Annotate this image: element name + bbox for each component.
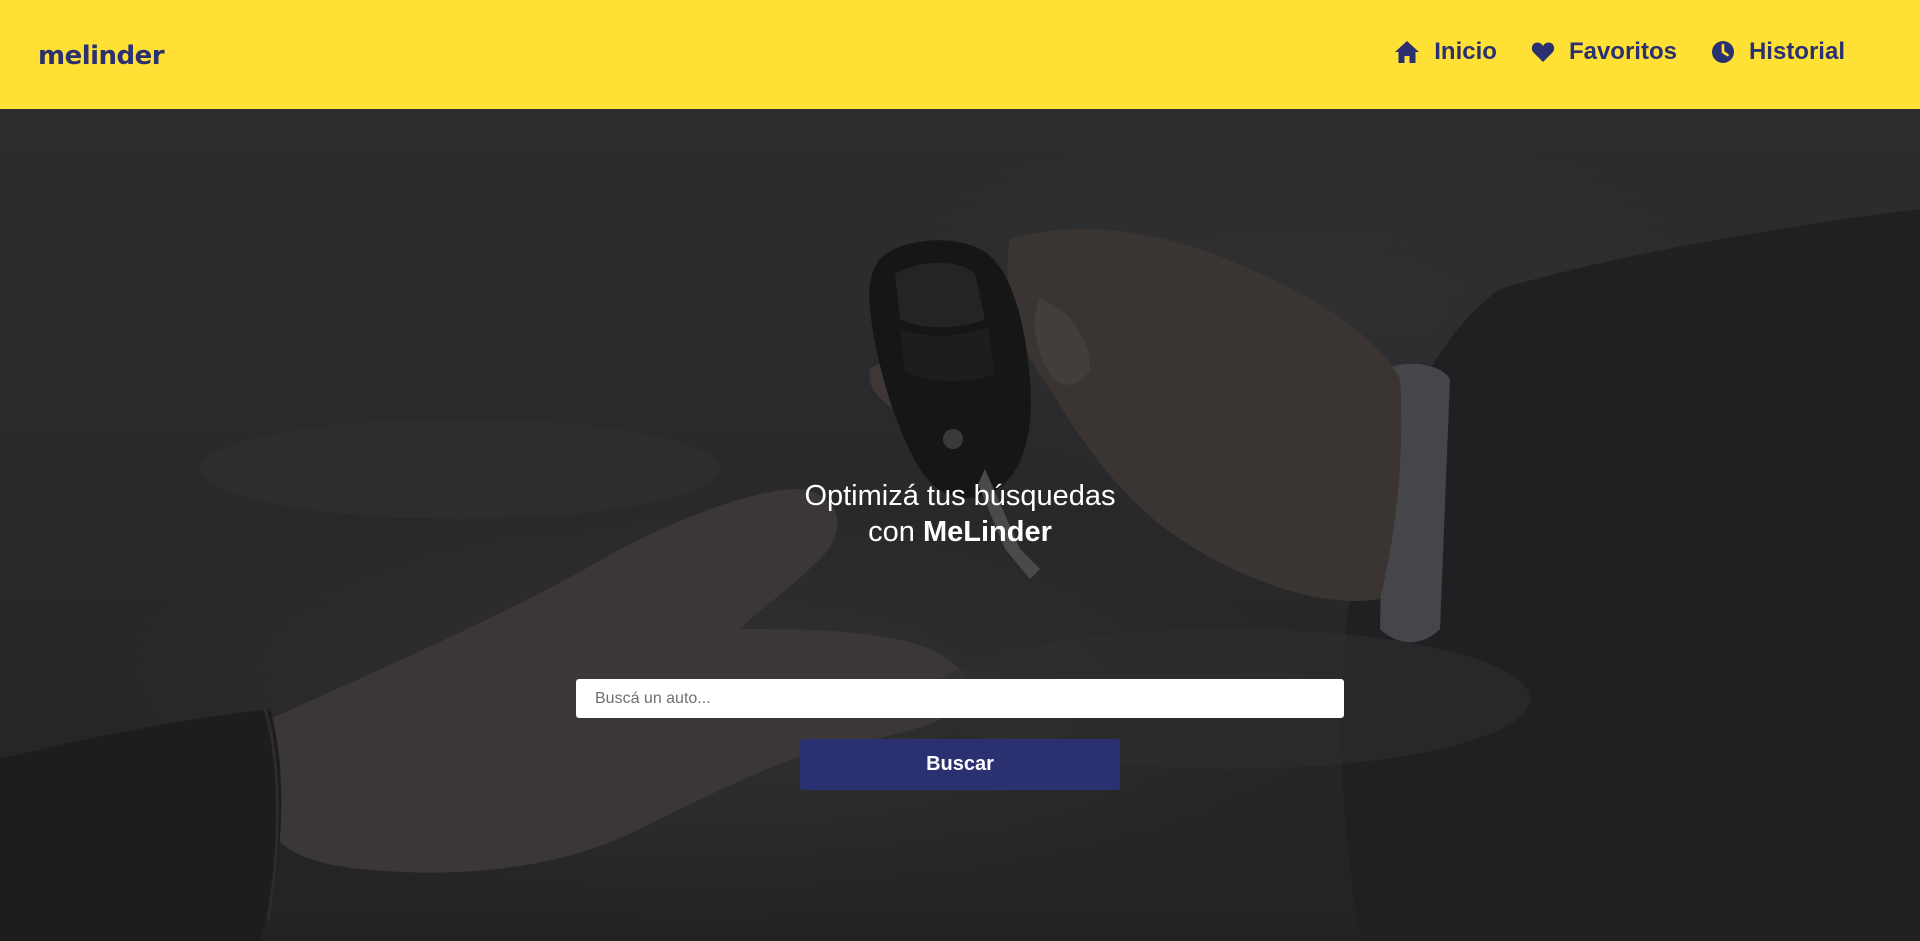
hero-section: Optimizá tus búsquedas con MeLinder Busc… [0,109,1920,941]
nav-label-inicio: Inicio [1434,38,1497,65]
nav-label-favoritos: Favoritos [1568,38,1677,65]
main-nav: Inicio Favoritos Historial [1394,38,1845,66]
hero-title-line1: Optimizá tus búsquedas [804,480,1116,512]
melinder-logo[interactable]: melinder [38,41,165,71]
search-button[interactable]: Buscar [800,739,1120,790]
nav-item-inicio[interactable]: Inicio [1394,38,1497,66]
hero-title-line2: con MeLinder [0,514,1920,550]
nav-item-favoritos[interactable]: Favoritos [1531,38,1677,66]
home-icon [1394,40,1420,64]
top-header: melinder Inicio Favoritos Historial [0,0,1920,109]
nav-label-historial: Historial [1748,38,1845,65]
search-input[interactable] [576,679,1344,718]
hero-title-brand: MeLinder [922,516,1052,548]
clock-icon [1711,40,1735,64]
hero-title-prefix: con [868,516,923,548]
hero-title: Optimizá tus búsquedas con MeLinder [0,478,1920,550]
nav-item-historial[interactable]: Historial [1711,38,1845,66]
heart-icon [1531,41,1555,63]
